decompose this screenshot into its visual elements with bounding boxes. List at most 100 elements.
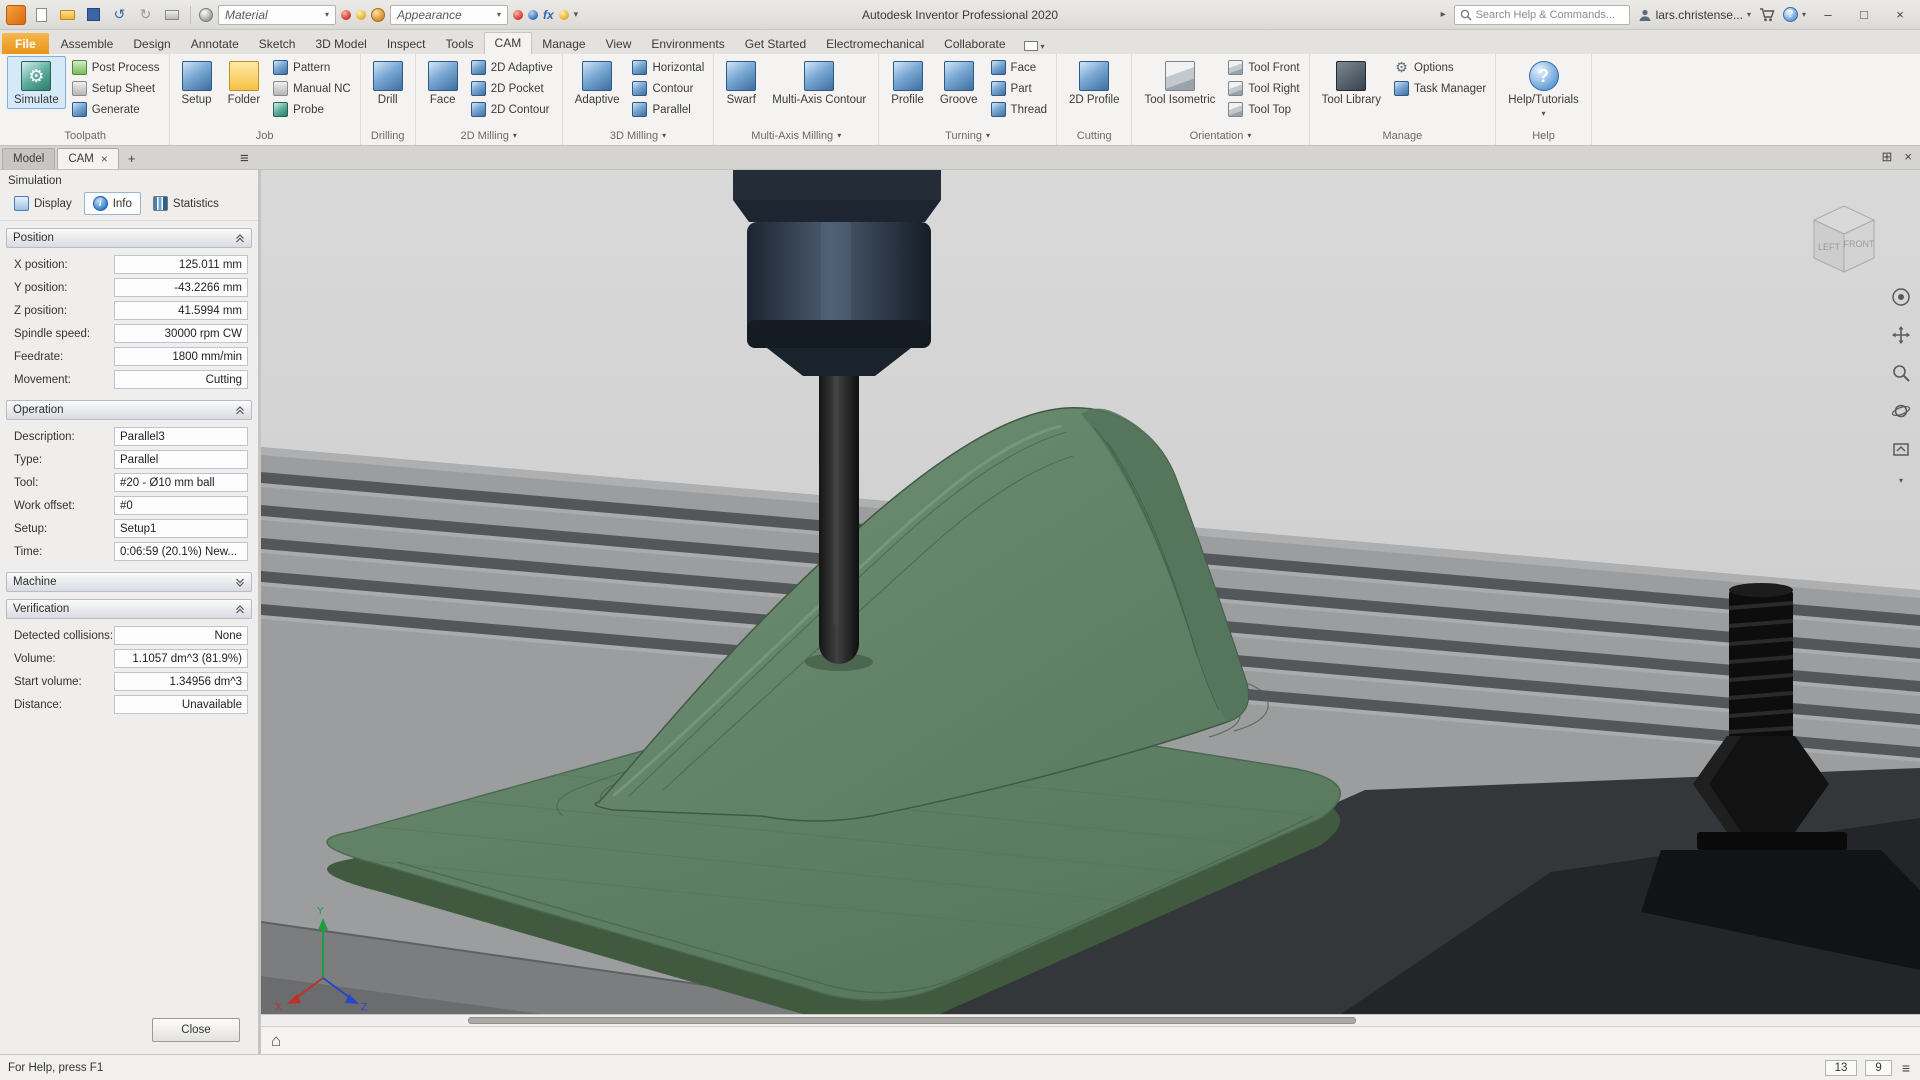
collapse-icon[interactable] (235, 234, 245, 243)
type-value[interactable]: Parallel (114, 450, 248, 469)
doc-tab-model[interactable]: Model (2, 148, 55, 169)
collapse-icon[interactable] (235, 406, 245, 415)
tab-statistics[interactable]: Statistics (144, 192, 228, 215)
tool-right-button[interactable]: Tool Right (1224, 78, 1303, 99)
probe-button[interactable]: Probe (269, 99, 355, 120)
pan-icon[interactable] (1890, 324, 1912, 346)
expand-icon[interactable] (235, 578, 245, 587)
save-icon[interactable] (83, 4, 104, 25)
setup-sheet-button[interactable]: Setup Sheet (68, 78, 164, 99)
panel-menu-icon[interactable]: ≡ (240, 150, 249, 167)
generate-button[interactable]: Generate (68, 99, 164, 120)
face-button[interactable]: Face (421, 56, 465, 109)
turning-face-button[interactable]: Face (987, 57, 1051, 78)
user-dropdown-icon[interactable]: ▾ (1747, 10, 1751, 19)
task-manager-button[interactable]: Task Manager (1390, 78, 1490, 99)
close-button[interactable]: × (1886, 4, 1914, 26)
search-input[interactable] (1476, 9, 1624, 21)
options-button[interactable]: ⚙ Options (1390, 57, 1490, 78)
zoom-icon[interactable] (1890, 362, 1912, 384)
doc-tab-close-icon[interactable]: × (101, 152, 108, 166)
tab-view[interactable]: View (596, 33, 642, 54)
status-menu-icon[interactable]: ≡ (1900, 1060, 1912, 1076)
material-update-icon[interactable] (341, 10, 351, 20)
simulate-button[interactable]: ⚙ Simulate (7, 56, 66, 109)
full-navigation-wheel-icon[interactable] (1890, 286, 1912, 308)
appearance-edit-icon[interactable] (528, 10, 538, 20)
tool-isometric-button[interactable]: Tool Isometric (1137, 56, 1222, 109)
post-process-button[interactable]: Post Process (68, 57, 164, 78)
scene-svg[interactable]: Y X Z (261, 170, 1920, 1014)
appearance-dropdown-icon[interactable]: ▾ (497, 10, 501, 19)
window-box-dropdown-icon[interactable]: ▾ (1041, 42, 1045, 51)
tab-get-started[interactable]: Get Started (735, 33, 816, 54)
group-label-2d-milling[interactable]: 2D Milling▾ (421, 128, 557, 145)
2d-contour-button[interactable]: 2D Contour (467, 99, 557, 120)
appearance-select[interactable]: Appearance ▾ (390, 5, 508, 25)
pattern-button[interactable]: Pattern (269, 57, 355, 78)
tab-design[interactable]: Design (123, 33, 180, 54)
material-dropdown-icon[interactable]: ▾ (325, 10, 329, 19)
doc-window-tile-icon[interactable]: ⊞ (1882, 149, 1893, 165)
group-label-3d-milling[interactable]: 3D Milling▾ (568, 128, 709, 145)
tab-sketch[interactable]: Sketch (249, 33, 306, 54)
doc-window-close-icon[interactable]: × (1904, 149, 1912, 165)
collapse-icon[interactable] (235, 605, 245, 614)
minimize-button[interactable]: – (1814, 4, 1842, 26)
tab-environments[interactable]: Environments (641, 33, 734, 54)
new-file-icon[interactable] (31, 4, 52, 25)
section-machine-header[interactable]: Machine (6, 572, 252, 592)
help-tutorials-dropdown-icon[interactable]: ▾ (1542, 109, 1546, 118)
2d-milling-dropdown-icon[interactable]: ▾ (513, 131, 517, 140)
timeline-scrollbar-thumb[interactable] (468, 1017, 1356, 1024)
simulation-close-button[interactable]: Close (152, 1018, 240, 1042)
section-operation-header[interactable]: Operation (6, 400, 252, 420)
collapse-search-icon[interactable]: ▸ (1441, 9, 1446, 20)
redo-icon[interactable]: ↻ (135, 4, 156, 25)
multi-axis-dropdown-icon[interactable]: ▾ (837, 131, 841, 140)
2d-profile-button[interactable]: 2D Profile (1062, 56, 1127, 109)
undo-icon[interactable]: ↺ (109, 4, 130, 25)
home-icon[interactable]: ⌂ (271, 1031, 281, 1051)
setup-value[interactable]: Setup1 (114, 519, 248, 538)
switch-windows-control[interactable]: ▾ (1016, 41, 1053, 54)
section-verification-header[interactable]: Verification (6, 599, 252, 619)
turning-thread-button[interactable]: Thread (987, 99, 1051, 120)
parallel-button[interactable]: Parallel (628, 99, 708, 120)
swarf-button[interactable]: Swarf (719, 56, 763, 109)
open-file-icon[interactable] (57, 4, 78, 25)
doc-tab-cam[interactable]: CAM × (57, 148, 119, 169)
horizontal-button[interactable]: Horizontal (628, 57, 708, 78)
tab-collaborate[interactable]: Collaborate (934, 33, 1015, 54)
profile-button[interactable]: Profile (884, 56, 931, 109)
2d-adaptive-button[interactable]: 2D Adaptive (467, 57, 557, 78)
maximize-button[interactable]: □ (1850, 4, 1878, 26)
tab-manage[interactable]: Manage (532, 33, 595, 54)
tab-3d-model[interactable]: 3D Model (305, 33, 376, 54)
measure-icon[interactable] (559, 10, 569, 20)
tab-display[interactable]: Display (5, 192, 81, 215)
tool-top-button[interactable]: Tool Top (1224, 99, 1303, 120)
contour-button[interactable]: Contour (628, 78, 708, 99)
inventor-app-icon[interactable] (6, 5, 26, 25)
section-position-header[interactable]: Position (6, 228, 252, 248)
tab-inspect[interactable]: Inspect (377, 33, 436, 54)
viewport-3d-scene[interactable]: Y X Z LEFT (261, 170, 1920, 1014)
work-offset-value[interactable]: #0 (114, 496, 248, 515)
2d-pocket-button[interactable]: 2D Pocket (467, 78, 557, 99)
help-tutorials-button[interactable]: ? Help/Tutorials ▾ (1501, 56, 1586, 121)
folder-button[interactable]: Folder (221, 56, 268, 109)
multi-axis-contour-button[interactable]: Multi-Axis Contour (765, 56, 873, 109)
3d-milling-dropdown-icon[interactable]: ▾ (662, 131, 666, 140)
group-label-turning[interactable]: Turning▾ (884, 128, 1051, 145)
material-adjust-icon[interactable] (356, 10, 366, 20)
help-dropdown-icon[interactable]: ▾ (1802, 10, 1806, 19)
quick-access-dropdown-icon[interactable]: ▾ (574, 9, 579, 20)
turning-dropdown-icon[interactable]: ▾ (986, 131, 990, 140)
tab-assemble[interactable]: Assemble (51, 33, 124, 54)
tab-info[interactable]: i Info (84, 192, 141, 215)
turning-part-button[interactable]: Part (987, 78, 1051, 99)
user-menu[interactable]: lars.christense... ▾ (1638, 8, 1751, 22)
tab-electromechanical[interactable]: Electromechanical (816, 33, 934, 54)
tab-cam[interactable]: CAM (484, 32, 533, 54)
